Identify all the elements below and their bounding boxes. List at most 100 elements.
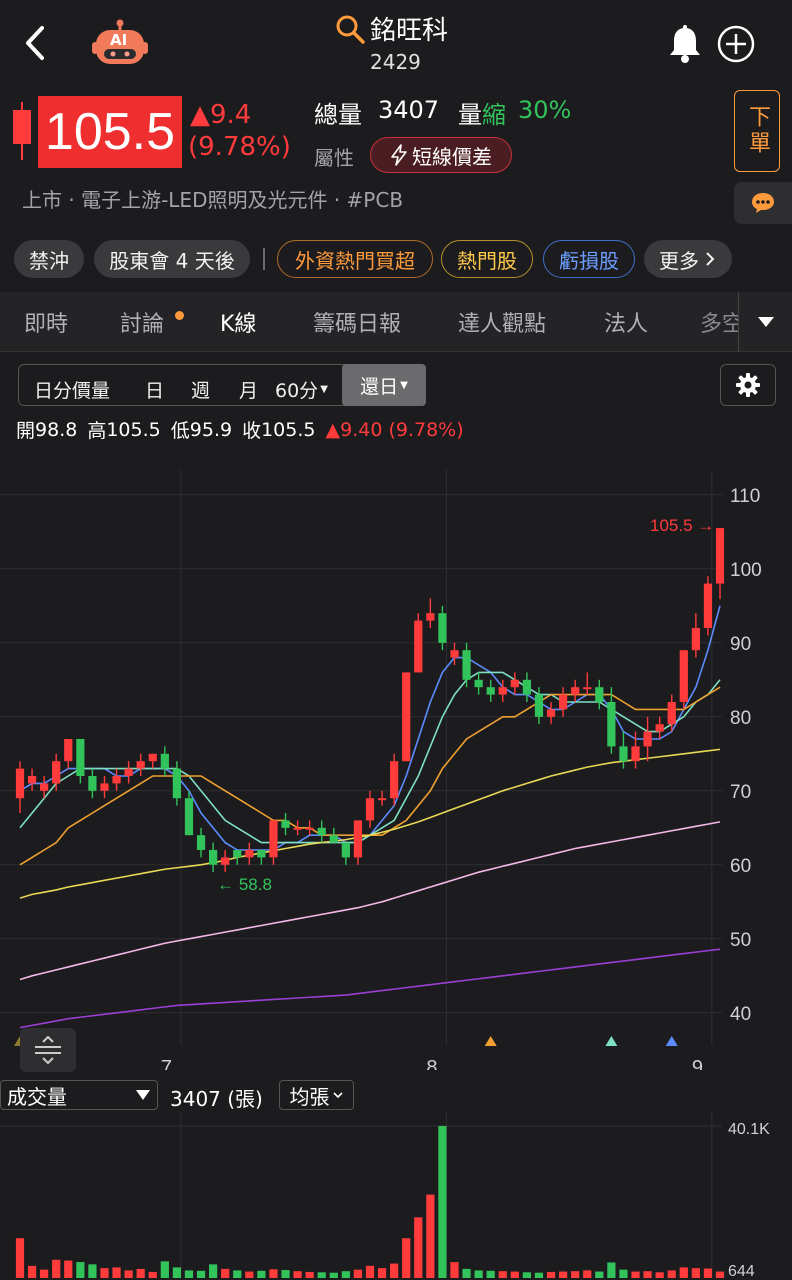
tab-expert-view[interactable]: 達人觀點 <box>458 306 546 338</box>
ai-label: AI <box>110 31 128 49</box>
volume-min-label: 644 <box>728 1263 755 1280</box>
volume-bar <box>414 1217 423 1278</box>
volume-label: 總量 <box>314 101 362 129</box>
period-60min[interactable]: 60分 ▼ <box>275 376 328 403</box>
tab-discussion[interactable]: 討論 <box>120 306 164 338</box>
indicator-selector[interactable]: 成交量 <box>0 1080 158 1110</box>
stock-name: 銘旺科 <box>370 16 449 46</box>
candle-body <box>462 650 471 680</box>
candle-body <box>583 687 592 690</box>
back-button[interactable] <box>18 24 52 62</box>
volume-bar <box>76 1262 85 1278</box>
candle-body <box>257 850 266 858</box>
ohlc-change: ▲9.40 (9.78%) <box>325 418 464 441</box>
candle-body <box>281 820 290 828</box>
volume-chart[interactable]: 40.1K 644 <box>0 1112 792 1280</box>
chip-hot-stock[interactable]: 熱門股 <box>441 240 533 278</box>
chip-more-label: 更多 <box>659 248 699 273</box>
volume-bar <box>474 1270 483 1278</box>
chip-shareholder-meeting[interactable]: 股東會 4 天後 <box>94 240 250 278</box>
volume-bar <box>305 1271 314 1278</box>
candle-body <box>703 583 713 628</box>
ma-line-5 <box>19 821 721 981</box>
event-marker <box>605 1036 618 1046</box>
period-day[interactable]: 日 <box>145 376 164 403</box>
discussion-dot <box>175 311 184 320</box>
order-button[interactable]: 下單 <box>734 90 780 172</box>
tab-institutional[interactable]: 法人 <box>604 306 648 338</box>
volume-ratio-label-b: 縮 <box>482 101 506 129</box>
attribute-tag[interactable]: 短線價差 <box>370 137 512 173</box>
y-tick-label: 90 <box>730 634 751 655</box>
candle-body <box>667 702 676 725</box>
chip-loss-stock[interactable]: 虧損股 <box>543 240 635 278</box>
alert-button[interactable] <box>666 24 704 64</box>
volume-bar <box>377 1268 387 1278</box>
candle-body <box>136 761 145 769</box>
tab-dropdown[interactable] <box>738 292 792 352</box>
candle-body <box>64 739 73 762</box>
y-tick-label: 60 <box>730 856 751 877</box>
candle-body <box>293 827 302 830</box>
order-button-label: 下單 <box>745 105 770 157</box>
volume-bar <box>438 1126 447 1278</box>
stock-search-title[interactable]: 銘旺科 <box>334 10 448 47</box>
candle-body <box>607 702 616 747</box>
avg-lot-button[interactable]: 均張 <box>279 1080 354 1110</box>
chat-button[interactable] <box>734 182 792 224</box>
x-tick-label: 8 <box>426 1057 437 1070</box>
candle-body <box>595 687 604 702</box>
chart-settings-button[interactable] <box>720 364 776 406</box>
close-label: 收 <box>242 420 262 442</box>
low-marker-label: ← 58.8 <box>217 875 272 894</box>
chip-foreign-hot-buy[interactable]: 外資熱門買超 <box>277 240 433 278</box>
tab-chip-report[interactable]: 籌碼日報 <box>313 306 401 338</box>
volume-bar <box>281 1270 290 1278</box>
volume-bar <box>595 1271 604 1278</box>
volume-bar <box>559 1271 568 1278</box>
volume-bar <box>88 1264 97 1278</box>
candle-body <box>486 687 495 695</box>
candle-body <box>655 724 664 732</box>
volume-ratio-value: 30% <box>518 96 572 124</box>
open-value: 98.8 <box>35 418 78 441</box>
ai-assistant-button[interactable]: AI <box>92 18 148 68</box>
volume-bar <box>160 1261 169 1278</box>
period-week[interactable]: 週 <box>191 376 210 403</box>
caret-down-icon: ▼ <box>320 384 328 395</box>
volume-bar <box>293 1271 302 1278</box>
volume-max-label: 40.1K <box>728 1121 770 1138</box>
period-month[interactable]: 月 <box>239 376 258 403</box>
volume-bar <box>426 1194 435 1278</box>
y-tick-label: 100 <box>730 560 762 581</box>
period-adjusted-day[interactable]: 還日 ▼ <box>342 364 426 406</box>
candle-body <box>52 761 61 784</box>
tab-long-short[interactable]: 多空 <box>700 306 738 338</box>
chip-no-daytrade[interactable]: 禁沖 <box>14 240 84 278</box>
industry-line[interactable]: 上市 · 電子上游-LED照明及光元件 · #PCB <box>22 184 403 213</box>
avg-lot-label: 均張 <box>289 1084 330 1109</box>
chip-more[interactable]: 更多 <box>644 240 732 278</box>
candle-body <box>643 731 652 747</box>
candle-body <box>546 709 556 717</box>
chart-expand-button[interactable] <box>20 1028 76 1072</box>
candle-body <box>317 827 326 836</box>
candlestick-chart[interactable]: 110 100 90 80 70 60 50 40 7 8 9 105.5 → ← 58.8 <box>0 470 792 1070</box>
candle-body <box>245 850 254 858</box>
volume-bar <box>498 1271 507 1278</box>
volume-bar <box>245 1271 254 1278</box>
current-price: 105.5 <box>44 103 176 161</box>
add-watchlist-button[interactable] <box>716 24 756 64</box>
tab-realtime[interactable]: 即時 <box>24 306 68 338</box>
attribute-label: 屬性 <box>314 146 354 170</box>
candle-body <box>534 694 544 717</box>
volume-bar <box>522 1272 531 1278</box>
candle-body <box>353 820 363 858</box>
candle-body <box>329 835 338 843</box>
volume-bar <box>571 1271 580 1278</box>
tab-kline[interactable]: K線 <box>220 306 256 338</box>
volume-bar <box>209 1264 218 1278</box>
period-intraday[interactable]: 日分價量 <box>34 376 110 403</box>
candle-body <box>438 613 447 643</box>
price-change: ▲9.4 <box>190 100 252 130</box>
